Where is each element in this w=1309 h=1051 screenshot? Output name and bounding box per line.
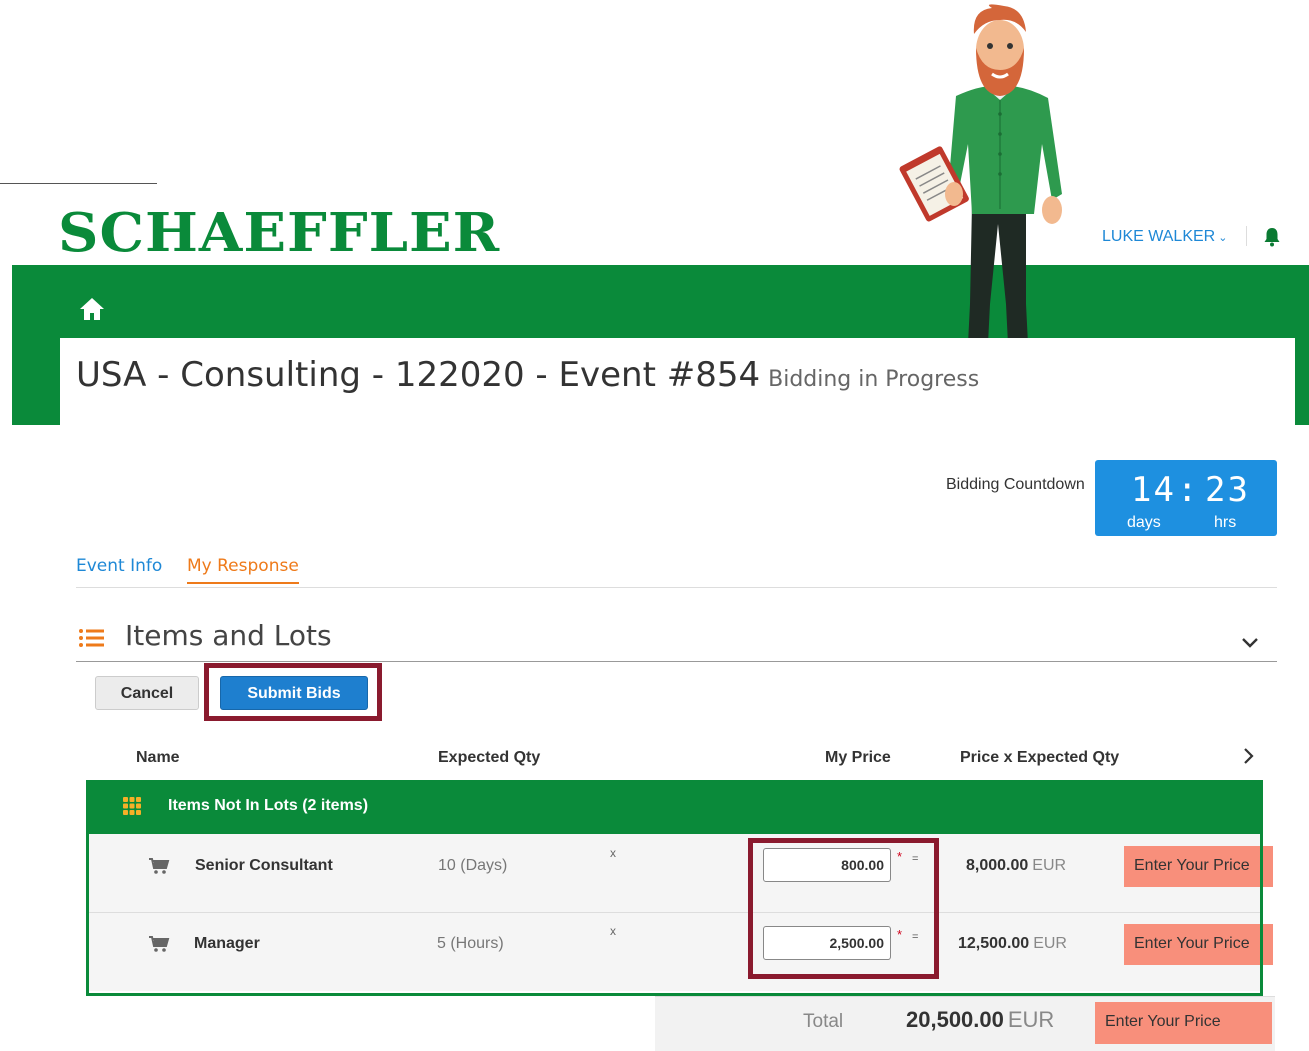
currency: EUR <box>1007 1007 1055 1032</box>
home-icon[interactable] <box>78 296 106 322</box>
enter-total-price-button[interactable]: Enter Your Price <box>1095 1002 1272 1044</box>
total-label: Total <box>803 1011 844 1032</box>
section-title: Items and Lots <box>125 619 332 652</box>
tabs-divider <box>76 587 1277 588</box>
mascot-illustration <box>899 4 1062 362</box>
countdown-timer: 14 : 23 days hrs <box>1095 460 1277 536</box>
collapse-chevron-icon[interactable] <box>1240 636 1260 650</box>
tab-event-info[interactable]: Event Info <box>76 556 162 576</box>
event-title: USA - Consulting - 122020 - Event #854 <box>76 355 761 395</box>
tab-my-response[interactable]: My Response <box>187 556 299 584</box>
section-divider <box>76 661 1277 662</box>
column-header-name[interactable]: Name <box>136 749 180 767</box>
user-menu[interactable]: LUKE WALKER ⌄ <box>1102 228 1227 246</box>
page-title: USA - Consulting - 122020 - Event #854 Bi… <box>76 355 979 395</box>
countdown-days-unit: days <box>1127 514 1161 531</box>
countdown-hours-unit: hrs <box>1214 514 1237 531</box>
countdown-separator: : <box>1177 470 1200 510</box>
countdown-label: Bidding Countdown <box>946 476 1085 493</box>
items-group <box>86 780 1263 996</box>
cancel-button[interactable]: Cancel <box>95 676 199 710</box>
header-separator <box>1246 226 1247 246</box>
chevron-down-icon: ⌄ <box>1218 232 1228 244</box>
event-status: Bidding in Progress <box>768 367 980 392</box>
total-amount: 20,500.00 <box>906 1007 1004 1032</box>
submit-highlight-box <box>204 663 382 721</box>
price-highlight-box <box>748 838 939 979</box>
chevron-right-icon[interactable] <box>1242 746 1256 766</box>
countdown-hours: 23 <box>1205 470 1250 510</box>
user-name: LUKE WALKER <box>1102 228 1216 245</box>
column-header-expected-qty[interactable]: Expected Qty <box>438 749 540 767</box>
countdown-days: 14 <box>1131 470 1176 510</box>
total-value: 20,500.00 EUR <box>906 1007 1054 1033</box>
bell-icon[interactable] <box>1262 226 1282 248</box>
column-header-my-price[interactable]: My Price <box>825 749 891 767</box>
column-header-price-x-qty[interactable]: Price x Expected Qty <box>960 749 1119 767</box>
brand-logo[interactable]: SCHAEFFLER <box>58 202 500 265</box>
list-icon <box>79 629 104 647</box>
top-divider <box>0 183 157 184</box>
